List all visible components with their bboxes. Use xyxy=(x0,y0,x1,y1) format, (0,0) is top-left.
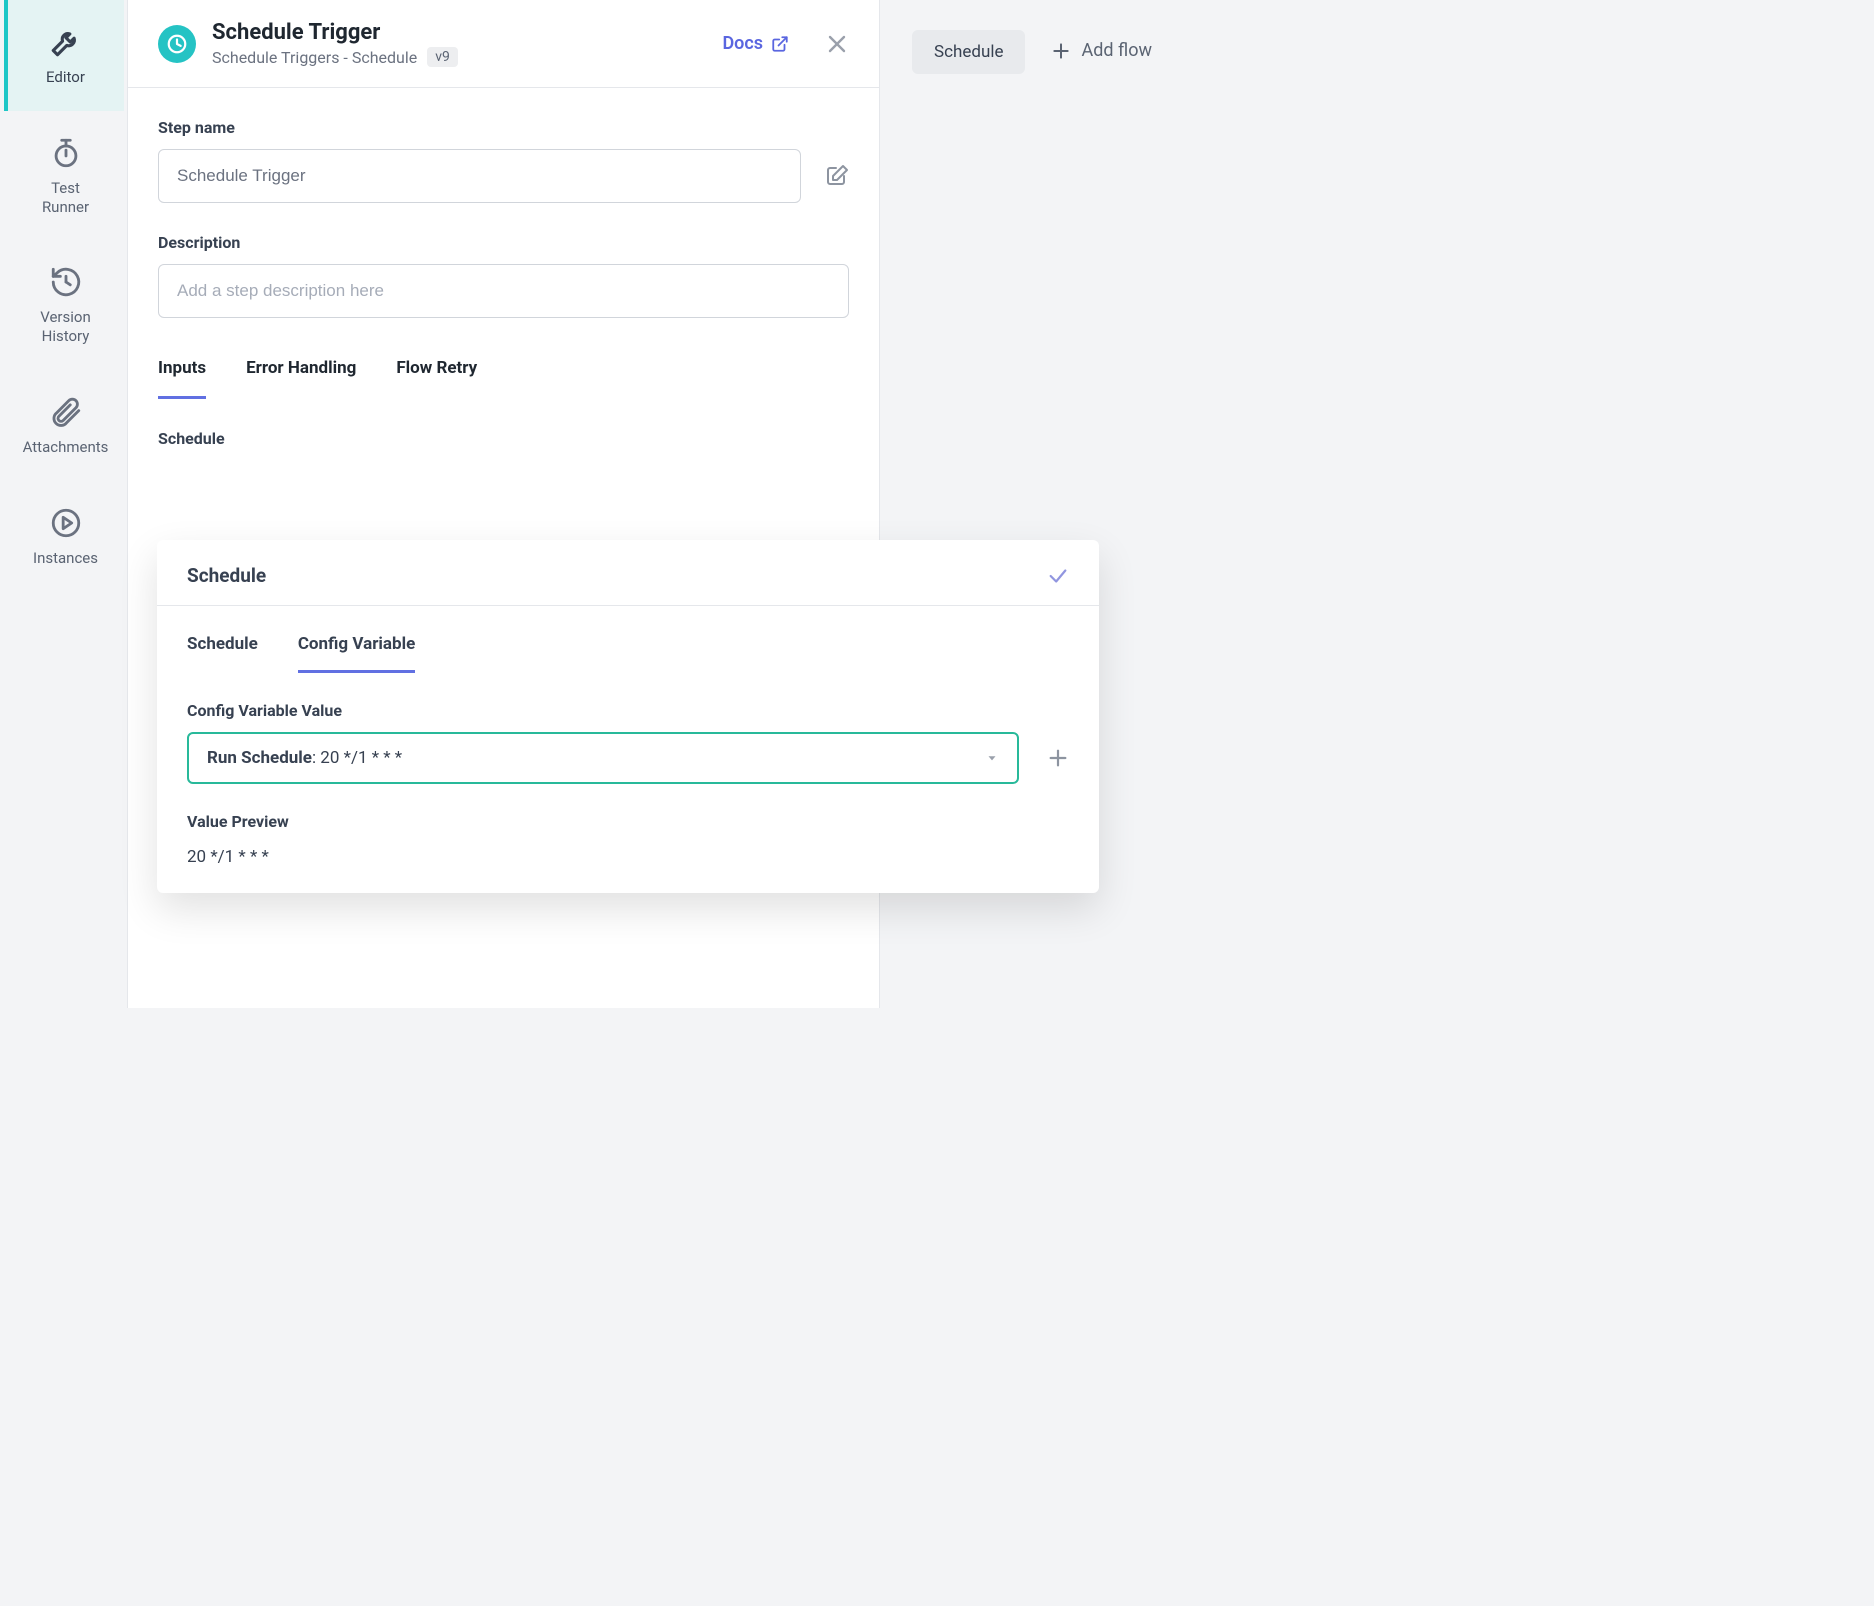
card-title: Schedule xyxy=(187,564,266,587)
add-config-variable-button[interactable] xyxy=(1047,747,1069,769)
sidebar-item-label: Instances xyxy=(33,549,98,568)
tab-flow-retry[interactable]: Flow Retry xyxy=(396,358,477,399)
wrench-icon xyxy=(48,24,84,60)
sidebar-item-version-history[interactable]: Version History xyxy=(4,240,124,370)
config-variable-select[interactable]: Run Schedule: 20 */1 * * * xyxy=(187,732,1019,784)
stopwatch-icon xyxy=(48,135,84,171)
sidebar-item-attachments[interactable]: Attachments xyxy=(4,370,124,481)
description-label: Description xyxy=(158,233,849,252)
select-value: : 20 */1 * * * xyxy=(312,748,402,768)
edit-step-name-button[interactable] xyxy=(825,164,849,188)
schedule-section-label: Schedule xyxy=(158,429,849,448)
value-preview: 20 */1 * * * xyxy=(187,847,1069,867)
step-name-input[interactable] xyxy=(158,149,801,203)
panel-header: Schedule Trigger Schedule Triggers - Sch… xyxy=(128,0,879,88)
play-circle-icon xyxy=(48,505,84,541)
add-flow-button[interactable]: Add flow xyxy=(1051,30,1152,61)
add-flow-label: Add flow xyxy=(1081,40,1152,61)
docs-label: Docs xyxy=(722,33,763,54)
sidebar-item-label: Version History xyxy=(40,308,91,346)
sidebar-item-label: Attachments xyxy=(23,438,109,457)
version-badge: v9 xyxy=(427,47,458,67)
select-label: Run Schedule xyxy=(207,748,312,768)
schedule-config-card: Schedule Schedule Config Variable Config… xyxy=(157,540,1099,893)
schedule-pill-button[interactable]: Schedule xyxy=(912,30,1025,74)
close-button[interactable] xyxy=(825,32,849,56)
config-tabs: Inputs Error Handling Flow Retry xyxy=(158,358,849,399)
docs-link[interactable]: Docs xyxy=(722,33,789,54)
caret-down-icon xyxy=(985,751,999,765)
tab-error-handling[interactable]: Error Handling xyxy=(246,358,356,399)
value-preview-label: Value Preview xyxy=(187,812,1069,831)
external-link-icon xyxy=(771,35,789,53)
sidebar-item-test-runner[interactable]: Test Runner xyxy=(4,111,124,241)
step-name-label: Step name xyxy=(158,118,849,137)
plus-icon xyxy=(1051,41,1071,61)
panel-subtitle: Schedule Triggers - Schedule xyxy=(212,48,417,67)
sidebar-item-label: Editor xyxy=(46,68,85,87)
card-tab-schedule[interactable]: Schedule xyxy=(187,634,258,673)
sidebar: Editor Test Runner Version History xyxy=(0,0,127,1008)
config-variable-value-label: Config Variable Value xyxy=(187,701,1069,720)
description-input[interactable] xyxy=(158,264,849,318)
sidebar-item-editor[interactable]: Editor xyxy=(4,0,124,111)
paperclip-icon xyxy=(48,394,84,430)
tab-inputs[interactable]: Inputs xyxy=(158,358,206,399)
sidebar-item-instances[interactable]: Instances xyxy=(4,481,124,592)
history-icon xyxy=(48,264,84,300)
sidebar-item-label: Test Runner xyxy=(42,179,89,217)
schedule-trigger-icon xyxy=(158,25,196,63)
panel-title: Schedule Trigger xyxy=(212,20,706,45)
card-confirm-button[interactable] xyxy=(1047,565,1069,587)
card-tab-config-variable[interactable]: Config Variable xyxy=(298,634,415,673)
